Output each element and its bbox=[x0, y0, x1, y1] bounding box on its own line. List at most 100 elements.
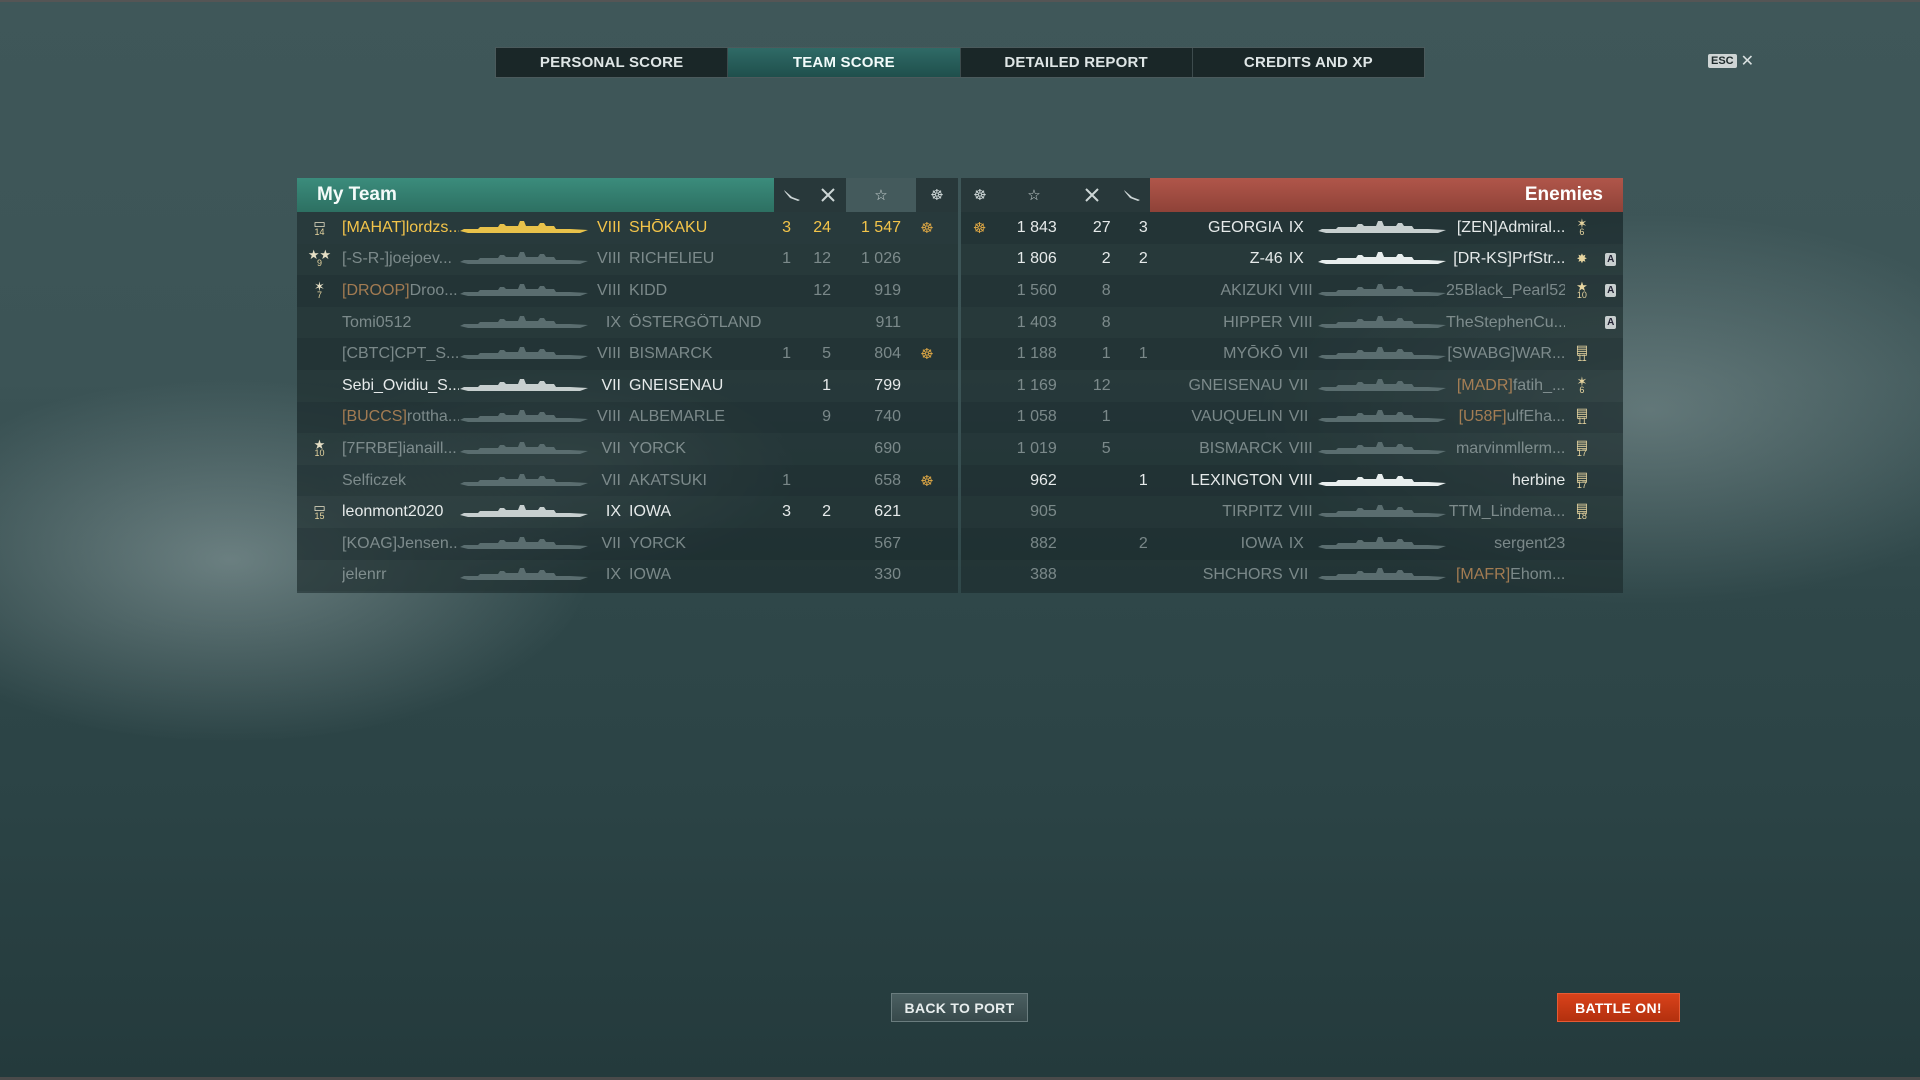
ship-silhouette-icon bbox=[1318, 252, 1447, 265]
ship-name: VAUQUELIN bbox=[1191, 408, 1283, 426]
rank-number: 10 bbox=[1576, 289, 1587, 300]
rank-badge: ✶ 6 bbox=[1565, 375, 1598, 395]
table-row[interactable]: [BUCCS]rottha... VIII ALBEMARLE 9 740 bbox=[297, 401, 958, 434]
base-xp: 621 bbox=[874, 503, 901, 521]
ship-silhouette bbox=[1318, 496, 1447, 528]
star-icon: ☆ bbox=[999, 178, 1069, 212]
rank-badge: ▭ 15 bbox=[297, 496, 342, 528]
top-frame bbox=[0, 0, 1920, 2]
kills-count: 27 bbox=[1092, 218, 1111, 236]
ship-silhouette bbox=[1318, 528, 1447, 560]
tab-personal-score[interactable]: PERSONAL SCORE bbox=[496, 48, 729, 77]
ship-tier: VIII bbox=[596, 408, 621, 426]
base-xp: 882 bbox=[1030, 534, 1057, 552]
back-to-port-button[interactable]: BACK TO PORT bbox=[891, 993, 1028, 1022]
base-capture-icon: ☸ bbox=[920, 346, 934, 364]
table-row[interactable]: jelenrr IX IOWA 330 bbox=[297, 559, 958, 592]
rank-number: 10 bbox=[314, 447, 325, 458]
tab-detailed-report[interactable]: DETAILED REPORT bbox=[961, 48, 1193, 77]
player-name: herbine bbox=[1446, 472, 1565, 490]
table-row[interactable]: Tomi0512 IX ÖSTERGÖTLAND 911 bbox=[297, 306, 958, 339]
rank-badge bbox=[297, 465, 342, 497]
ship-silhouette bbox=[459, 433, 589, 465]
ship-name: SHCHORS bbox=[1202, 566, 1283, 584]
table-row[interactable]: Selficzek VII AKATSUKI 1 658 ☸ bbox=[297, 464, 958, 497]
ship-name: LEXINGTON bbox=[1190, 471, 1283, 489]
table-row[interactable]: ☸ 1 843 27 3 GEORGIA IX [ZEN]Admiral... ✶ 6 bbox=[961, 212, 1623, 244]
player-name: [CBTC]CPT_S... bbox=[342, 345, 459, 363]
player-name: [SWABG]WAR... bbox=[1446, 345, 1565, 363]
ship-name: IOWA bbox=[1240, 534, 1283, 552]
ship-tier: VIII bbox=[1288, 281, 1313, 299]
base-xp: 740 bbox=[874, 408, 901, 426]
player-name: [ZEN]Admiral... bbox=[1446, 219, 1565, 237]
ship-silhouette-icon bbox=[460, 536, 588, 549]
planes-destroyed: 2 bbox=[1138, 534, 1148, 552]
rank-badge: ▤ 17 bbox=[1565, 470, 1598, 490]
table-row[interactable]: 1 560 8 AKIZUKI VIII 25Black_Pearl52 ★ 10 A bbox=[961, 275, 1623, 307]
player-name: [DROOP]Droo... bbox=[342, 282, 459, 300]
rank-number: 14 bbox=[314, 226, 325, 237]
base-capture-icon: ☸ bbox=[972, 219, 987, 237]
rank-badge: ▤ 18 bbox=[1565, 501, 1598, 521]
ship-silhouette-icon bbox=[1318, 536, 1447, 549]
player-nickname: leonmont2020 bbox=[342, 503, 444, 521]
clan-tag: [KOAG] bbox=[342, 534, 398, 552]
player-name: TheStephenCu... bbox=[1446, 314, 1565, 332]
table-row[interactable]: [CBTC]CPT_S... VIII BISMARCK 1 5 804 ☸ bbox=[297, 338, 958, 370]
table-row[interactable]: ▭ 14 [MAHAT]lordzs... VIII SHŌKAKU 3 24 1 547 ☸ bbox=[297, 212, 958, 244]
battle-on-button[interactable]: BATTLE ON! bbox=[1557, 993, 1680, 1022]
base-xp: 1 547 bbox=[860, 218, 901, 236]
table-row[interactable]: 1 403 8 HIPPER VIII TheStephenCu... A bbox=[961, 306, 1623, 339]
player-nickname: ulfEha... bbox=[1506, 408, 1566, 426]
ship-silhouette-icon bbox=[1318, 473, 1447, 486]
table-row[interactable]: ★★ 9 [-S-R-]joejoev... VIII RICHELIEU 1 12 1 02… bbox=[297, 243, 958, 276]
table-row[interactable]: 905 TIRPITZ VIII TTM_Lindema... ▤ 18 bbox=[961, 496, 1623, 528]
player-nickname: WAR... bbox=[1515, 345, 1566, 363]
player-nickname: Selficzek bbox=[342, 471, 407, 489]
ship-tier: VII bbox=[1288, 566, 1309, 584]
player-name: [BUCCS]rottha... bbox=[342, 408, 459, 426]
tab-team-score[interactable]: TEAM SCORE bbox=[728, 48, 961, 77]
table-row[interactable]: 388 SHCHORS VII [MAFR]Ehom... bbox=[961, 559, 1623, 592]
ship-silhouette-icon bbox=[460, 283, 588, 296]
ship-silhouette-icon bbox=[460, 347, 588, 360]
ship-silhouette bbox=[459, 560, 589, 592]
kills-count: 12 bbox=[1092, 376, 1111, 394]
table-row[interactable]: Sebi_Ovidiu_S... VII GNEISENAU 1 799 bbox=[297, 369, 958, 402]
ship-silhouette bbox=[459, 338, 589, 370]
table-row[interactable]: 1 058 1 VAUQUELIN VII [U58F]ulfEha... ▤ 11 bbox=[961, 401, 1623, 434]
player-nickname: 25Black_Pearl52 bbox=[1446, 281, 1566, 299]
rank-badge bbox=[297, 402, 342, 434]
ship-tier: VII bbox=[1288, 376, 1309, 394]
table-row[interactable]: ✶ 7 [DROOP]Droo... VIII KIDD 12 919 bbox=[297, 275, 958, 307]
clan-tag: [DR-KS] bbox=[1453, 250, 1512, 268]
table-row[interactable]: 1 806 2 2 Z-46 IX [DR-KS]PrfStr... ✸ A bbox=[961, 243, 1623, 276]
table-row[interactable]: 1 188 1 1 MYŌKŌ VII [SWABG]WAR... ▤ 11 bbox=[961, 338, 1623, 370]
ship-tier: VII bbox=[1288, 345, 1309, 363]
ship-tier: IX bbox=[1288, 534, 1304, 552]
table-row[interactable]: 1 019 5 BISMARCK VIII marvinmllerm... ▤ 17 bbox=[961, 433, 1623, 465]
tab-credits-and-xp[interactable]: CREDITS AND XP bbox=[1193, 48, 1424, 77]
player-nickname: Jensen... bbox=[397, 534, 459, 552]
ship-tier: VII bbox=[601, 439, 621, 457]
table-row[interactable]: ★ 10 [7FRBE]ianaill... VII YORCK 690 bbox=[297, 433, 958, 465]
ship-silhouette-icon bbox=[460, 441, 588, 454]
enemies-panel: ☸ ☆ Enemies ☸ 1 843 27 3 GEORGIA IX [ZEN]Admir… bbox=[961, 178, 1623, 593]
table-row[interactable]: 962 1 LEXINGTON VIII herbine ▤ 17 bbox=[961, 464, 1623, 497]
ship-tier: VIII bbox=[1288, 439, 1313, 457]
ship-name: GNEISENAU bbox=[1188, 376, 1283, 394]
table-row[interactable]: [KOAG]Jensen... VII YORCK 567 bbox=[297, 527, 958, 560]
table-row[interactable]: ▭ 15 leonmont2020 IX IOWA 3 2 621 bbox=[297, 496, 958, 528]
base-xp: 1 058 bbox=[1016, 408, 1057, 426]
table-row[interactable]: 1 169 12 GNEISENAU VII [MADR]fatih_... ✶ 6 bbox=[961, 369, 1623, 402]
player-nickname: Admiral... bbox=[1497, 218, 1566, 236]
esc-close-button[interactable]: ESC ✕ bbox=[1708, 51, 1754, 71]
player-name: Sebi_Ovidiu_S... bbox=[342, 377, 459, 395]
table-row[interactable]: 882 2 IOWA IX sergent23 bbox=[961, 527, 1623, 560]
rank-badge bbox=[297, 370, 342, 402]
base-xp: 1 188 bbox=[1016, 345, 1057, 363]
player-nickname: PrfStr... bbox=[1511, 250, 1566, 268]
clan-tag: [MAFR] bbox=[1455, 566, 1511, 584]
ship-silhouette-icon bbox=[1318, 568, 1447, 581]
